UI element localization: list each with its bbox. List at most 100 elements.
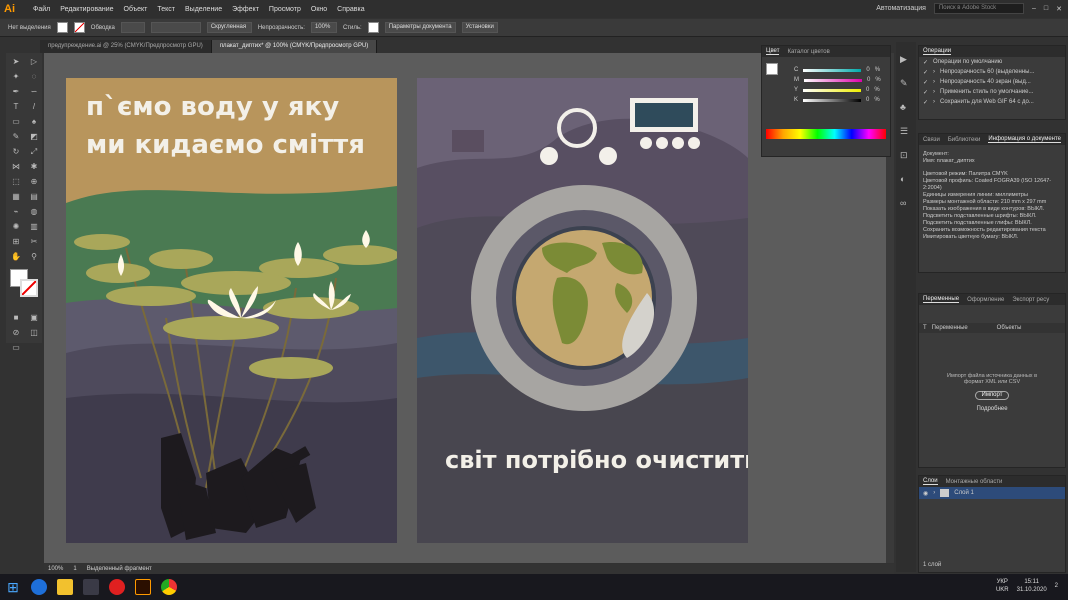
tab-poster-doc[interactable]: плакат_диптих* @ 100% (CMYK/Предпросмотр… xyxy=(211,40,378,53)
close-icon[interactable]: ✕ xyxy=(1056,5,1062,13)
line-tool-icon[interactable]: / xyxy=(28,101,40,113)
none-mode-icon[interactable]: ⊘ xyxy=(10,327,22,339)
pathfinder-icon[interactable]: ◐ xyxy=(900,174,912,186)
fill-stroke-widget[interactable] xyxy=(6,263,42,309)
color-spectrum-bar[interactable] xyxy=(766,129,886,139)
gradient-mode-icon[interactable]: ▣ xyxy=(28,312,40,324)
stroke-color-box[interactable] xyxy=(20,279,38,297)
action-item-1[interactable]: ✓ › Непрозрачность 60 (выделенны... xyxy=(919,67,1065,77)
transform-icon[interactable]: ⊡ xyxy=(900,150,912,162)
layer-name[interactable]: Слой 1 xyxy=(954,490,974,496)
tab-swatch-libraries[interactable]: Каталог цветов xyxy=(787,49,829,55)
curvature-tool-icon[interactable]: ∽ xyxy=(28,86,40,98)
input-language-2[interactable]: UKR xyxy=(996,586,1009,594)
file-explorer-icon[interactable] xyxy=(57,579,73,595)
magic-wand-icon[interactable]: ✦ xyxy=(10,71,22,83)
menu-select[interactable]: Выделение xyxy=(180,6,227,13)
variable-width-field[interactable] xyxy=(150,22,201,33)
zoom-level[interactable]: 100% xyxy=(48,566,63,572)
document-settings-button[interactable]: Параметры документа xyxy=(384,22,456,33)
width-tool-icon[interactable]: ⋈ xyxy=(10,161,22,173)
action-item-3[interactable]: ✓ › Применить стиль по умолчание... xyxy=(919,87,1065,97)
import-button[interactable]: Импорт xyxy=(975,391,1009,400)
tab-color[interactable]: Цвет xyxy=(766,48,780,55)
tab-links[interactable]: Связи xyxy=(923,137,940,143)
action-item-4[interactable]: ✓ › Сохранить для Web GIF 64 с до... xyxy=(919,97,1065,107)
preferences-button[interactable]: Установки xyxy=(461,22,498,33)
free-transform-icon[interactable]: ⬚ xyxy=(10,176,22,188)
paintbrush-icon[interactable]: ♠ xyxy=(28,116,40,128)
channel-m-value[interactable]: 0 xyxy=(867,77,870,83)
column-graph-icon[interactable]: ▥ xyxy=(28,221,40,233)
menu-type[interactable]: Текст xyxy=(152,6,180,13)
tab-asset-export[interactable]: Экспорт ресу xyxy=(1012,297,1049,303)
symbols-icon[interactable]: ♣ xyxy=(900,102,912,114)
clock-time[interactable]: 15:11 xyxy=(1017,578,1047,586)
lasso-icon[interactable]: ◌ xyxy=(28,71,40,83)
menu-help[interactable]: Справка xyxy=(332,6,369,13)
zoom-tool-icon[interactable]: ⚲ xyxy=(28,251,40,263)
stroke-swatch[interactable] xyxy=(73,22,85,33)
actions-icon[interactable]: ▶ xyxy=(900,54,912,66)
action-set-row[interactable]: ✓ Операции по умолчанию xyxy=(919,57,1065,67)
minimize-icon[interactable]: – xyxy=(1032,5,1036,12)
windows-start-icon[interactable]: ⊞ xyxy=(5,579,21,595)
opera-icon[interactable] xyxy=(109,579,125,595)
edge-icon[interactable] xyxy=(31,579,47,595)
brush-select[interactable]: Скругленная xyxy=(206,22,252,33)
chrome-icon[interactable] xyxy=(161,579,177,595)
status-mode[interactable]: Выделенный фрагмент xyxy=(87,566,152,572)
channel-k-slider[interactable] xyxy=(803,98,862,102)
puppet-warp-icon[interactable]: ✱ xyxy=(28,161,40,173)
hand-tool-icon[interactable]: ✋ xyxy=(10,251,22,263)
menu-window[interactable]: Окно xyxy=(306,6,332,13)
tab-document-info[interactable]: Информация о документе xyxy=(988,136,1061,143)
perspective-grid-icon[interactable]: ▦ xyxy=(10,191,22,203)
gradient-tool-icon[interactable]: ▤ xyxy=(28,191,40,203)
stock-search-input[interactable]: Поиск в Adobe Stock xyxy=(933,3,1024,14)
artboard-left-poster[interactable]: п`ємо воду у яку ми кидаємо сміття xyxy=(66,78,397,543)
maximize-icon[interactable]: □ xyxy=(1044,5,1048,12)
channel-y-value[interactable]: 0 xyxy=(866,87,869,93)
color-fill-preview[interactable] xyxy=(766,63,778,75)
eraser-icon[interactable]: ◩ xyxy=(28,131,40,143)
tab-artboards[interactable]: Монтажные области xyxy=(946,479,1003,485)
visibility-eye-icon[interactable]: ◉ xyxy=(923,490,928,497)
selection-tool-icon[interactable]: ➤ xyxy=(10,56,22,68)
opacity-field[interactable]: 100% xyxy=(310,22,337,33)
scale-tool-icon[interactable]: ⤢ xyxy=(28,146,40,158)
expand-arrow-icon[interactable]: › xyxy=(933,490,935,496)
channel-y-slider[interactable] xyxy=(803,88,862,92)
symbol-sprayer-icon[interactable]: ✺ xyxy=(10,221,22,233)
menu-edit[interactable]: Редактирование xyxy=(55,6,118,13)
eyedropper-icon[interactable]: ⌁ xyxy=(10,206,22,218)
style-swatch[interactable] xyxy=(367,22,379,33)
notification-badge[interactable]: 2 xyxy=(1055,583,1058,589)
draw-mode-icon[interactable]: ◫ xyxy=(28,327,40,339)
details-link[interactable]: Подробнее xyxy=(919,406,1065,412)
artboard-right-poster[interactable]: світ потрібно очистити! xyxy=(417,78,748,543)
menu-file[interactable]: Файл xyxy=(28,6,55,13)
color-mode-icon[interactable]: ■ xyxy=(10,312,22,324)
pen-tool-icon[interactable]: ✒ xyxy=(10,86,22,98)
shaper-tool-icon[interactable]: ✎ xyxy=(10,131,22,143)
artboard-tool-icon[interactable]: ⊞ xyxy=(10,236,22,248)
menu-view[interactable]: Просмотр xyxy=(264,6,306,13)
slice-tool-icon[interactable]: ✂ xyxy=(28,236,40,248)
type-tool-icon[interactable]: T xyxy=(10,101,22,113)
tab-libraries[interactable]: Библиотеки xyxy=(948,137,981,143)
screen-mode-icon[interactable]: ▭ xyxy=(10,342,22,354)
illustrator-taskbar-icon[interactable] xyxy=(135,579,151,595)
brushes-icon[interactable]: ✎ xyxy=(900,78,912,90)
rectangle-tool-icon[interactable]: ▭ xyxy=(10,116,22,128)
tab-variables[interactable]: Переменные xyxy=(923,296,960,303)
action-item-2[interactable]: ✓ › Непрозрачность 40 экран (выд... xyxy=(919,77,1065,87)
layer-row[interactable]: ◉ › Слой 1 xyxy=(919,487,1065,499)
align-icon[interactable]: ☰ xyxy=(900,126,912,138)
tab-appearance[interactable]: Оформление xyxy=(967,297,1004,303)
direct-selection-tool-icon[interactable]: ▷ xyxy=(28,56,40,68)
channel-m-slider[interactable] xyxy=(804,78,862,82)
workspace-switcher[interactable]: Автоматизация xyxy=(876,5,926,12)
input-language-1[interactable]: УКР xyxy=(996,578,1009,586)
blend-tool-icon[interactable]: ◍ xyxy=(28,206,40,218)
